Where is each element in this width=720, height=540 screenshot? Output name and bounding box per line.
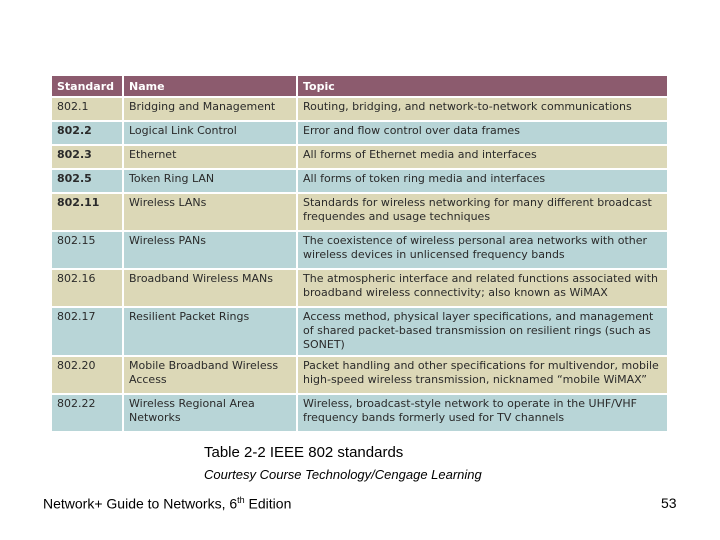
ieee-802-standards-table: Standard Name Topic 802.1 Bridging and M… — [50, 74, 669, 433]
cell-standard: 802.15 — [52, 232, 122, 268]
cell-name: Token Ring LAN — [124, 170, 296, 192]
cell-name: Logical Link Control — [124, 122, 296, 144]
cell-name: Wireless LANs — [124, 194, 296, 230]
cell-standard: 802.5 — [52, 170, 122, 192]
cell-topic: The atmospheric interface and related fu… — [298, 270, 667, 306]
footer-title-main: Network+ Guide to Networks, 6 — [43, 495, 238, 512]
cell-topic: Packet handling and other specifications… — [298, 357, 667, 393]
table-row: 802.16 Broadband Wireless MANs The atmos… — [52, 270, 667, 306]
cell-standard: 802.20 — [52, 357, 122, 393]
table-row: 802.22 Wireless Regional Area Networks W… — [52, 395, 667, 431]
cell-standard: 802.2 — [52, 122, 122, 144]
header-name: Name — [124, 76, 296, 96]
table-caption: Table 2-2 IEEE 802 standards — [204, 444, 404, 461]
cell-topic: Routing, bridging, and network-to-networ… — [298, 98, 667, 120]
cell-topic: Error and flow control over data frames — [298, 122, 667, 144]
cell-name: Ethernet — [124, 146, 296, 168]
cell-name: Mobile Broadband Wireless Access — [124, 357, 296, 393]
table-row: 802.1 Bridging and Management Routing, b… — [52, 98, 667, 120]
table-row: 802.11 Wireless LANs Standards for wirel… — [52, 194, 667, 230]
cell-topic: Wireless, broadcast-style network to ope… — [298, 395, 667, 431]
image-credit: Courtesy Course Technology/Cengage Learn… — [204, 467, 482, 482]
table-row: 802.3 Ethernet All forms of Ethernet med… — [52, 146, 667, 168]
cell-standard: 802.3 — [52, 146, 122, 168]
table-header-row: Standard Name Topic — [52, 76, 667, 96]
cell-standard: 802.22 — [52, 395, 122, 431]
cell-name: Wireless Regional Area Networks — [124, 395, 296, 431]
table-row: 802.20 Mobile Broadband Wireless Access … — [52, 357, 667, 393]
cell-standard: 802.11 — [52, 194, 122, 230]
table-row: 802.5 Token Ring LAN All forms of token … — [52, 170, 667, 192]
cell-standard: 802.17 — [52, 308, 122, 355]
table-row: 802.15 Wireless PANs The coexistence of … — [52, 232, 667, 268]
footer-title-superscript: th — [237, 495, 245, 505]
page-number: 53 — [661, 495, 677, 511]
table-row: 802.2 Logical Link Control Error and flo… — [52, 122, 667, 144]
cell-topic: Standards for wireless networking for ma… — [298, 194, 667, 230]
cell-name: Wireless PANs — [124, 232, 296, 268]
cell-name: Bridging and Management — [124, 98, 296, 120]
cell-name: Resilient Packet Rings — [124, 308, 296, 355]
footer-book-title: Network+ Guide to Networks, 6th Edition — [43, 495, 291, 512]
table-row: 802.17 Resilient Packet Rings Access met… — [52, 308, 667, 355]
header-topic: Topic — [298, 76, 667, 96]
cell-topic: Access method, physical layer specificat… — [298, 308, 667, 355]
footer-title-end: Edition — [244, 495, 292, 512]
cell-name: Broadband Wireless MANs — [124, 270, 296, 306]
ieee-802-table-container: Standard Name Topic 802.1 Bridging and M… — [52, 76, 667, 433]
header-standard: Standard — [52, 76, 122, 96]
cell-topic: All forms of Ethernet media and interfac… — [298, 146, 667, 168]
cell-standard: 802.1 — [52, 98, 122, 120]
cell-topic: All forms of token ring media and interf… — [298, 170, 667, 192]
cell-standard: 802.16 — [52, 270, 122, 306]
cell-topic: The coexistence of wireless personal are… — [298, 232, 667, 268]
